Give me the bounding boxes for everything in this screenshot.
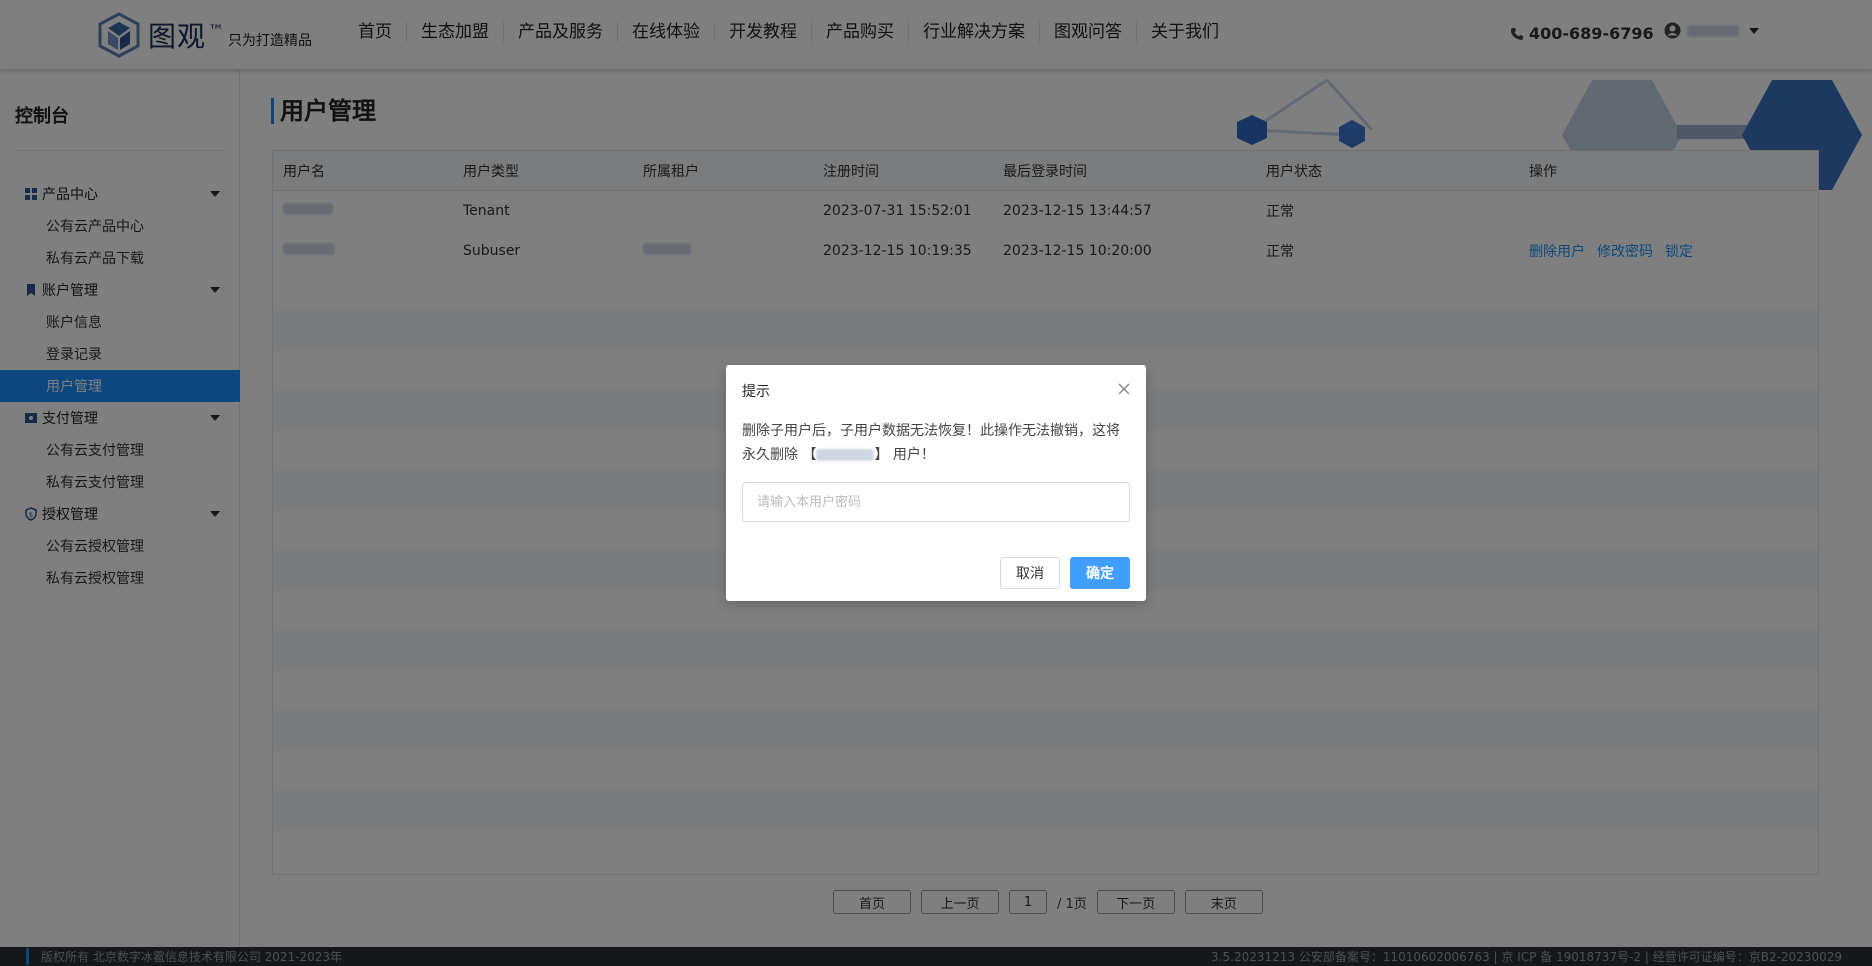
cancel-button[interactable]: 取消 (1000, 557, 1060, 589)
dialog-message-suffix: 】 用户！ (874, 447, 935, 463)
delete-user-dialog: 提示 删除子用户后，子用户数据无法恢复！此操作无法撤销，这将永久删除 【】 用户… (726, 365, 1146, 601)
dialog-title: 提示 (742, 384, 770, 400)
username-redacted (816, 449, 875, 461)
confirm-button[interactable]: 确定 (1070, 557, 1130, 589)
close-icon[interactable] (1118, 383, 1130, 395)
password-input[interactable] (742, 482, 1130, 522)
dialog-message: 删除子用户后，子用户数据无法恢复！此操作无法撤销，这将永久删除 【】 用户！ (742, 419, 1132, 467)
